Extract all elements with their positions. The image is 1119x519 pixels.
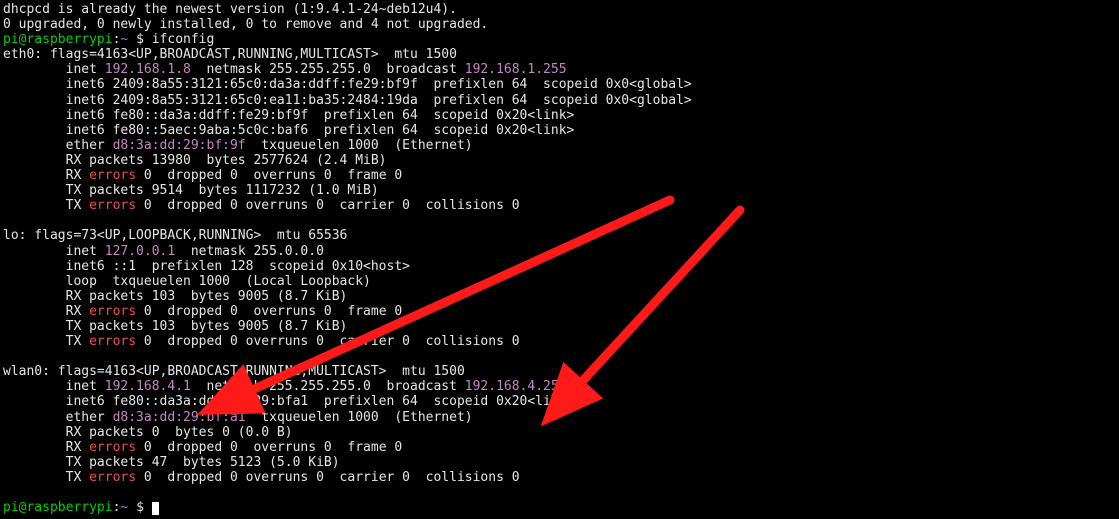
lo-tx-errors-pre: TX [3, 334, 89, 349]
lo-inet6: inet6 ::1 prefixlen 128 scopeid 0x10<hos… [3, 259, 410, 274]
lo-rx-packets: RX packets 103 bytes 9005 (8.7 KiB) [3, 289, 347, 304]
eth0-rx-errors-word: errors [89, 168, 136, 183]
lo-rx-errors-pre: RX [3, 304, 89, 319]
command-ifconfig: ifconfig [152, 32, 215, 47]
eth0-mac: d8:3a:dd:29:bf:9f [113, 138, 246, 153]
wlan0-rx-errors-word: errors [89, 440, 136, 455]
lo-inet-ip: 127.0.0.1 [105, 244, 175, 259]
eth0-ether-label: ether [3, 138, 113, 153]
eth0-tx-errors-pre: TX [3, 198, 89, 213]
wlan0-rx-errors-pre: RX [3, 440, 89, 455]
lo-tx-errors-word: errors [89, 334, 136, 349]
wlan0-tx-errors-word: errors [89, 470, 136, 485]
eth0-rx-errors-pre: RX [3, 168, 89, 183]
prompt-user-2: pi [3, 500, 19, 515]
eth0-tx-packets: TX packets 9514 bytes 1117232 (1.0 MiB) [3, 183, 379, 198]
eth0-header: eth0: flags=4163<UP,BROADCAST,RUNNING,MU… [3, 47, 457, 62]
wlan0-tx-packets: TX packets 47 bytes 5123 (5.0 KiB) [3, 455, 340, 470]
lo-rx-errors-post: 0 dropped 0 overruns 0 frame 0 [136, 304, 402, 319]
prompt-symbol-2: $ [136, 500, 144, 515]
wlan0-inet-label: inet [3, 379, 105, 394]
prompt-path-2: ~ [120, 500, 128, 515]
eth0-rx-errors-post: 0 dropped 0 overruns 0 frame 0 [136, 168, 402, 183]
eth0-inet6-a: inet6 2409:8a55:3121:65c0:da3a:ddff:fe29… [3, 77, 692, 92]
wlan0-header: wlan0: flags=4163<UP,BROADCAST,RUNNING,M… [3, 364, 465, 379]
wlan0-rx-packets: RX packets 0 bytes 0 (0.0 B) [3, 425, 293, 440]
eth0-rx-packets: RX packets 13980 bytes 2577624 (2.4 MiB) [3, 153, 387, 168]
prompt-symbol: $ [136, 32, 144, 47]
lo-tx-errors-post: 0 dropped 0 overruns 0 carrier 0 collisi… [136, 334, 520, 349]
terminal-output: dhcpcd is already the newest version (1:… [0, 0, 1119, 517]
wlan0-tx-errors-post: 0 dropped 0 overruns 0 carrier 0 collisi… [136, 470, 520, 485]
wlan0-inet-mid: netmask 255.255.255.0 broadcast [191, 379, 465, 394]
prompt-user: pi [3, 32, 19, 47]
apt-line-2: 0 upgraded, 0 newly installed, 0 to remo… [3, 17, 488, 32]
prompt-path: ~ [120, 32, 128, 47]
wlan0-tx-errors-pre: TX [3, 470, 89, 485]
eth0-inet-mid: netmask 255.255.255.0 broadcast [191, 62, 465, 77]
prompt-host: raspberrypi [26, 32, 112, 47]
eth0-inet6-d: inet6 fe80::5aec:9aba:5c0c:baf6 prefixle… [3, 123, 574, 138]
lo-header: lo: flags=73<UP,LOOPBACK,RUNNING> mtu 65… [3, 228, 347, 243]
cursor[interactable] [152, 502, 159, 515]
wlan0-ether-post: txqueuelen 1000 (Ethernet) [246, 410, 473, 425]
wlan0-inet6: inet6 fe80::da3a:ddff:fe29:bfa1 prefixle… [3, 394, 574, 409]
eth0-inet-label: inet [3, 62, 105, 77]
wlan0-ether-label: ether [3, 410, 113, 425]
eth0-tx-errors-post: 0 dropped 0 overruns 0 carrier 0 collisi… [136, 198, 520, 213]
eth0-inet6-b: inet6 2409:8a55:3121:65c0:ea11:ba35:2484… [3, 93, 692, 108]
wlan0-broadcast: 192.168.4.255 [465, 379, 567, 394]
wlan0-mac: d8:3a:dd:29:bf:a1 [113, 410, 246, 425]
lo-inet-label: inet [3, 244, 105, 259]
eth0-tx-errors-word: errors [89, 198, 136, 213]
lo-rx-errors-word: errors [89, 304, 136, 319]
lo-tx-packets: TX packets 103 bytes 9005 (8.7 KiB) [3, 319, 347, 334]
lo-loop: loop txqueuelen 1000 (Local Loopback) [3, 274, 371, 289]
eth0-inet-ip: 192.168.1.8 [105, 62, 191, 77]
lo-inet-post: netmask 255.0.0.0 [175, 244, 324, 259]
eth0-broadcast: 192.168.1.255 [465, 62, 567, 77]
prompt-host-2: raspberrypi [26, 500, 112, 515]
wlan0-rx-errors-post: 0 dropped 0 overruns 0 frame 0 [136, 440, 402, 455]
wlan0-inet-ip: 192.168.4.1 [105, 379, 191, 394]
eth0-ether-post: txqueuelen 1000 (Ethernet) [246, 138, 473, 153]
apt-line-1: dhcpcd is already the newest version (1:… [3, 2, 457, 17]
eth0-inet6-c: inet6 fe80::da3a:ddff:fe29:bf9f prefixle… [3, 108, 574, 123]
